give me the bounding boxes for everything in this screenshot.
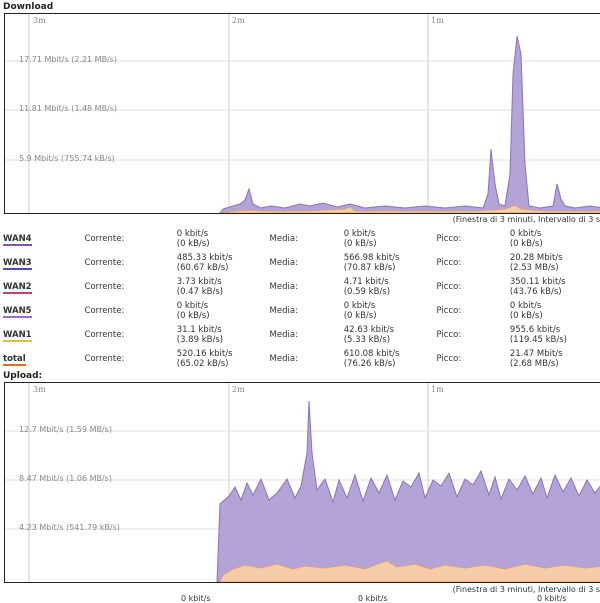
download-y-label-high: 17.71 Mbit/s (2.21 MB/s) <box>19 55 118 64</box>
current-label: Corrente: <box>84 306 125 316</box>
download-time-3m: 3m <box>33 16 46 25</box>
upload-title: Upload: <box>3 371 43 381</box>
average-label: Media: <box>269 258 298 268</box>
peak-label: Picco: <box>436 258 462 268</box>
interface-row-wan1: WAN1 Corrente: 31.1 kbit/s (3.89 kB/s) Media… <box>0 323 600 347</box>
interface-name: WAN5 <box>3 306 32 318</box>
download-footnote: (Finestra di 3 minuti, Intervallo di 3 s <box>452 215 600 224</box>
upload-y-label-mid: 8.47 Mbit/s (1.06 MB/s) <box>19 474 112 483</box>
peak-value: 350.11 kbit/s (43.76 kB/s) <box>509 277 566 297</box>
download-series-wan3-area <box>219 35 600 213</box>
average-value: 610.08 kbit/s (76.26 kB/s) <box>343 349 400 369</box>
interface-row-wan2: WAN2 Corrente: 3.73 kbit/s (0.47 kB/s) Media… <box>0 275 600 299</box>
average-label: Media: <box>269 234 298 244</box>
current-label: Corrente: <box>84 282 125 292</box>
peak-value: 0 kbit/s (0 kB/s) <box>509 229 543 249</box>
upload-cut-value-current: 0 kbit/s <box>181 594 211 603</box>
download-title: Download <box>3 2 54 12</box>
peak-value: 21.47 Mbit/s (2.68 MB/s) <box>509 349 563 369</box>
peak-label: Picco: <box>436 282 462 292</box>
interface-row-wan3: WAN3 Corrente: 485.33 kbit/s (60.67 kB/s) Me… <box>0 251 600 275</box>
current-label: Corrente: <box>84 354 125 364</box>
peak-label: Picco: <box>436 306 462 316</box>
current-label: Corrente: <box>84 330 125 340</box>
upload-time-1m: 1m <box>431 385 444 394</box>
download-time-2m: 2m <box>232 16 245 25</box>
peak-value: 0 kbit/s (0 kB/s) <box>509 301 543 321</box>
interface-row-wan5: WAN5 Corrente: 0 kbit/s (0 kB/s) Media: 0 kbi… <box>0 299 600 323</box>
upload-footnote: (Finestra di 3 minuti, Intervallo di 3 s <box>452 585 600 594</box>
average-label: Media: <box>269 354 298 364</box>
interface-row-wan4: WAN4 Corrente: 0 kbit/s (0 kB/s) Media: 0 kbi… <box>0 227 600 251</box>
interface-stats-table: WAN4 Corrente: 0 kbit/s (0 kB/s) Media: 0 kbi… <box>0 227 600 371</box>
average-value: 0 kbit/s (0 kB/s) <box>343 301 377 321</box>
download-y-label-mid: 11.81 Mbit/s (1.48 MB/s) <box>19 104 118 113</box>
peak-label: Picco: <box>436 234 462 244</box>
peak-value: 955.6 kbit/s (119.45 kB/s) <box>509 325 567 345</box>
peak-label: Picco: <box>436 330 462 340</box>
upload-time-3m: 3m <box>33 385 46 394</box>
upload-time-2m: 2m <box>232 385 245 394</box>
upload-y-label-high: 12.7 Mbit/s (1.59 MB/s) <box>19 425 112 434</box>
interface-name: WAN3 <box>3 258 32 270</box>
interface-name: WAN2 <box>3 282 32 294</box>
interface-row-total: total Corrente: 520.16 kbit/s (65.02 kB/s) M… <box>0 347 600 371</box>
current-value: 0 kbit/s (0 kB/s) <box>176 229 210 249</box>
current-value: 485.33 kbit/s (60.67 kB/s) <box>176 253 233 273</box>
current-value: 0 kbit/s (0 kB/s) <box>176 301 210 321</box>
download-y-label-low: 5.9 Mbit/s (755.74 kB/s) <box>19 154 115 163</box>
current-value: 31.1 kbit/s (3.89 kB/s) <box>176 325 224 345</box>
average-value: 4.71 kbit/s (0.59 kB/s) <box>343 277 391 297</box>
average-label: Media: <box>269 306 298 316</box>
current-label: Corrente: <box>84 234 125 244</box>
upload-cut-value-peak: 0 kbit/s <box>537 594 567 603</box>
download-graph: 3m 2m 1m 17.71 Mbit/s (2.21 MB/s) 11.81 … <box>4 13 600 214</box>
upload-graph: 3m 2m 1m 12.7 Mbit/s (1.59 MB/s) 8.47 Mb… <box>4 382 600 583</box>
average-value: 42.63 kbit/s (5.33 kB/s) <box>343 325 395 345</box>
upload-y-label-low: 4.23 Mbit/s (541.79 kB/s) <box>19 523 120 532</box>
average-label: Media: <box>269 330 298 340</box>
download-time-1m: 1m <box>431 16 444 25</box>
interface-name: total <box>3 354 26 366</box>
current-label: Corrente: <box>84 258 125 268</box>
interface-name: WAN1 <box>3 330 32 342</box>
interface-name: WAN4 <box>3 234 32 246</box>
current-value: 520.16 kbit/s (65.02 kB/s) <box>176 349 233 369</box>
current-value: 3.73 kbit/s (0.47 kB/s) <box>176 277 224 297</box>
average-value: 566.98 kbit/s (70.87 kB/s) <box>343 253 400 273</box>
download-chart <box>5 14 600 213</box>
upload-series-wan3-area <box>216 400 600 582</box>
upload-cut-value-average: 0 kbit/s <box>358 594 388 603</box>
peak-label: Picco: <box>436 354 462 364</box>
average-value: 0 kbit/s (0 kB/s) <box>343 229 377 249</box>
average-label: Media: <box>269 282 298 292</box>
peak-value: 20.28 Mbit/s (2.53 MB/s) <box>509 253 563 273</box>
